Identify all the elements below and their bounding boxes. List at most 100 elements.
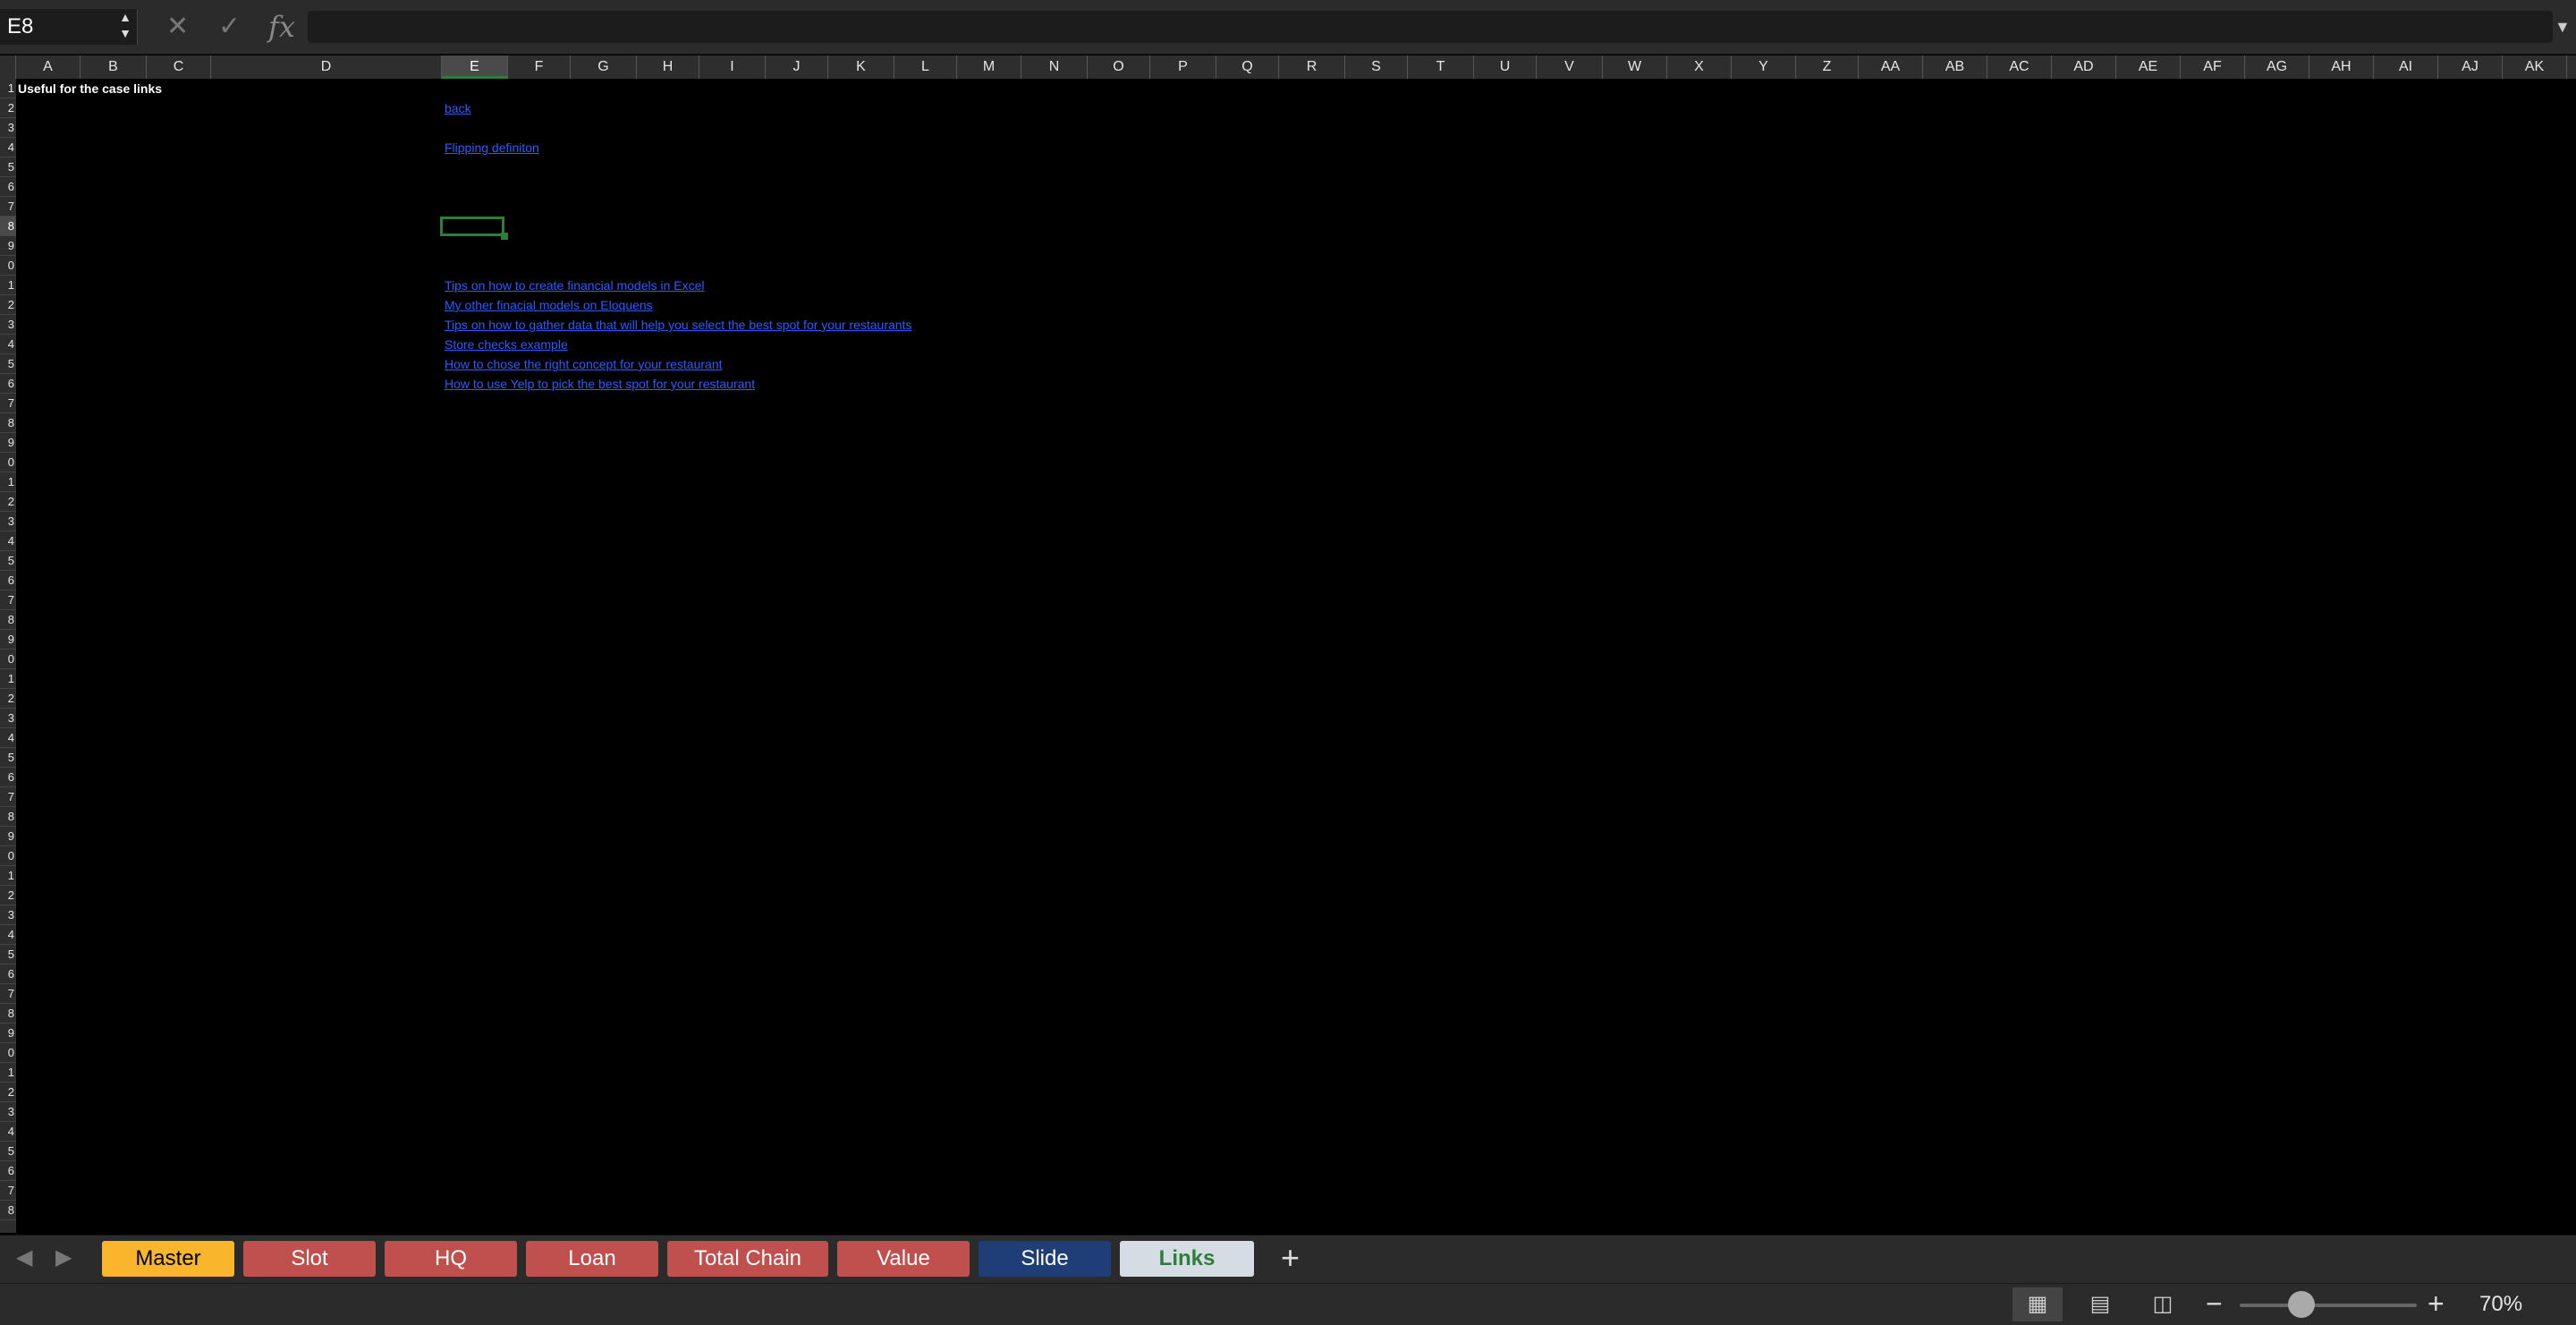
zoom-slider-handle[interactable] xyxy=(2288,1291,2315,1318)
sheet-tab-slide[interactable]: Slide xyxy=(979,1241,1111,1277)
column-header-s[interactable]: S xyxy=(1345,55,1408,79)
link-store-checks[interactable]: Store checks example xyxy=(445,335,568,354)
column-header-ab[interactable]: AB xyxy=(1923,55,1987,79)
row-header-46[interactable]: 6 xyxy=(0,964,16,984)
row-header-5[interactable]: 5 xyxy=(0,157,16,177)
row-header-2[interactable]: 2 xyxy=(0,98,16,118)
row-header-47[interactable]: 7 xyxy=(0,984,16,1004)
column-header-ac[interactable]: AC xyxy=(1987,55,2052,79)
row-header-32[interactable]: 2 xyxy=(0,689,16,709)
row-header-31[interactable]: 1 xyxy=(0,669,16,689)
fill-handle[interactable] xyxy=(501,233,508,240)
row-header-41[interactable]: 1 xyxy=(0,866,16,886)
cell-a1[interactable]: Useful for the case links xyxy=(18,79,162,98)
row-header-35[interactable]: 5 xyxy=(0,748,16,768)
row-header-4[interactable]: 4 xyxy=(0,138,16,157)
row-header-43[interactable]: 3 xyxy=(0,905,16,925)
column-header-y[interactable]: Y xyxy=(1732,55,1796,79)
column-header-u[interactable]: U xyxy=(1474,55,1537,79)
sheet-tab-links[interactable]: Links xyxy=(1120,1241,1254,1277)
column-header-m[interactable]: M xyxy=(957,55,1021,79)
row-header-28[interactable]: 8 xyxy=(0,610,16,630)
row-header-49[interactable]: 9 xyxy=(0,1023,16,1043)
column-header-g[interactable]: G xyxy=(571,55,637,79)
zoom-in-icon[interactable]: + xyxy=(2428,1287,2445,1320)
sheet-tab-value[interactable]: Value xyxy=(837,1241,970,1277)
column-header-a[interactable]: A xyxy=(16,55,80,79)
column-header-ae[interactable]: AE xyxy=(2116,55,2181,79)
column-header-j[interactable]: J xyxy=(766,55,828,79)
link-eloquens-models[interactable]: My other finacial models on Eloquens xyxy=(445,295,653,315)
column-header-aj[interactable]: AJ xyxy=(2438,55,2503,79)
select-all-corner[interactable] xyxy=(0,55,16,79)
row-header-58[interactable]: 8 xyxy=(0,1201,16,1220)
column-header-w[interactable]: W xyxy=(1603,55,1667,79)
row-header-17[interactable]: 7 xyxy=(0,394,16,413)
stepper-icon[interactable]: ▲ ▼ xyxy=(114,9,136,45)
row-header-14[interactable]: 4 xyxy=(0,335,16,354)
row-header-57[interactable]: 7 xyxy=(0,1181,16,1201)
column-header-e[interactable]: E xyxy=(442,55,508,79)
zoom-slider[interactable] xyxy=(2240,1304,2417,1307)
row-header-37[interactable]: 7 xyxy=(0,787,16,807)
row-header-52[interactable]: 2 xyxy=(0,1083,16,1102)
row-header-11[interactable]: 1 xyxy=(0,276,16,295)
row-header-30[interactable]: 0 xyxy=(0,650,16,669)
column-header-x[interactable]: X xyxy=(1667,55,1732,79)
row-header-16[interactable]: 6 xyxy=(0,374,16,394)
row-header-56[interactable]: 6 xyxy=(0,1161,16,1181)
sheet-tab-loan[interactable]: Loan xyxy=(526,1241,658,1277)
row-header-33[interactable]: 3 xyxy=(0,709,16,728)
column-header-h[interactable]: H xyxy=(637,55,699,79)
sheet-tab-total-chain[interactable]: Total Chain xyxy=(667,1241,828,1277)
link-financial-models-tips[interactable]: Tips on how to create financial models i… xyxy=(445,276,705,295)
column-header-ai[interactable]: AI xyxy=(2374,55,2438,79)
column-header-n[interactable]: N xyxy=(1021,55,1088,79)
row-header-6[interactable]: 6 xyxy=(0,177,16,197)
chevron-left-icon[interactable]: ◀ xyxy=(16,1244,32,1270)
row-header-20[interactable]: 0 xyxy=(0,453,16,472)
zoom-level[interactable]: 70% xyxy=(2479,1291,2522,1318)
row-header-42[interactable]: 2 xyxy=(0,886,16,905)
row-header-7[interactable]: 7 xyxy=(0,197,16,217)
sheet-tab-master[interactable]: Master xyxy=(102,1241,234,1277)
column-header-i[interactable]: I xyxy=(699,55,766,79)
row-header-53[interactable]: 3 xyxy=(0,1102,16,1122)
row-header-26[interactable]: 6 xyxy=(0,571,16,590)
sheet-tab-hq[interactable]: HQ xyxy=(385,1241,517,1277)
sheet-grid[interactable]: Useful for the case links back Flipping … xyxy=(16,79,2576,1233)
chevron-down-icon[interactable]: ▼ xyxy=(2555,18,2571,37)
row-header-18[interactable]: 8 xyxy=(0,413,16,433)
column-header-c[interactable]: C xyxy=(147,55,211,79)
row-header-50[interactable]: 0 xyxy=(0,1043,16,1063)
column-header-z[interactable]: Z xyxy=(1796,55,1859,79)
column-header-o[interactable]: O xyxy=(1088,55,1150,79)
row-header-51[interactable]: 1 xyxy=(0,1063,16,1083)
row-header-12[interactable]: 2 xyxy=(0,295,16,315)
column-header-q[interactable]: Q xyxy=(1216,55,1279,79)
column-header-v[interactable]: V xyxy=(1537,55,1603,79)
zoom-out-icon[interactable]: − xyxy=(2206,1287,2223,1320)
row-header-40[interactable]: 0 xyxy=(0,846,16,866)
selected-cell[interactable] xyxy=(440,217,504,236)
column-header-l[interactable]: L xyxy=(894,55,957,79)
link-flipping-definition[interactable]: Flipping definiton xyxy=(445,138,539,157)
row-header-8[interactable]: 8 xyxy=(0,217,16,236)
plus-icon[interactable]: + xyxy=(1281,1239,1300,1277)
column-header-ak[interactable]: AK xyxy=(2503,55,2567,79)
sheet-tab-slot[interactable]: Slot xyxy=(243,1241,376,1277)
row-header-25[interactable]: 5 xyxy=(0,551,16,571)
column-header-d[interactable]: D xyxy=(211,55,442,79)
row-header-15[interactable]: 5 xyxy=(0,354,16,374)
row-header-44[interactable]: 4 xyxy=(0,925,16,945)
fx-icon[interactable]: fx xyxy=(268,11,295,43)
column-header-f[interactable]: F xyxy=(508,55,571,79)
row-header-27[interactable]: 7 xyxy=(0,590,16,610)
formula-input[interactable] xyxy=(308,11,2553,43)
grid-icon[interactable]: ▦ xyxy=(2012,1287,2063,1321)
row-header-23[interactable]: 3 xyxy=(0,512,16,531)
row-header-36[interactable]: 6 xyxy=(0,768,16,787)
column-header-af[interactable]: AF xyxy=(2181,55,2245,79)
column-header-b[interactable]: B xyxy=(80,55,147,79)
row-header-55[interactable]: 5 xyxy=(0,1142,16,1161)
